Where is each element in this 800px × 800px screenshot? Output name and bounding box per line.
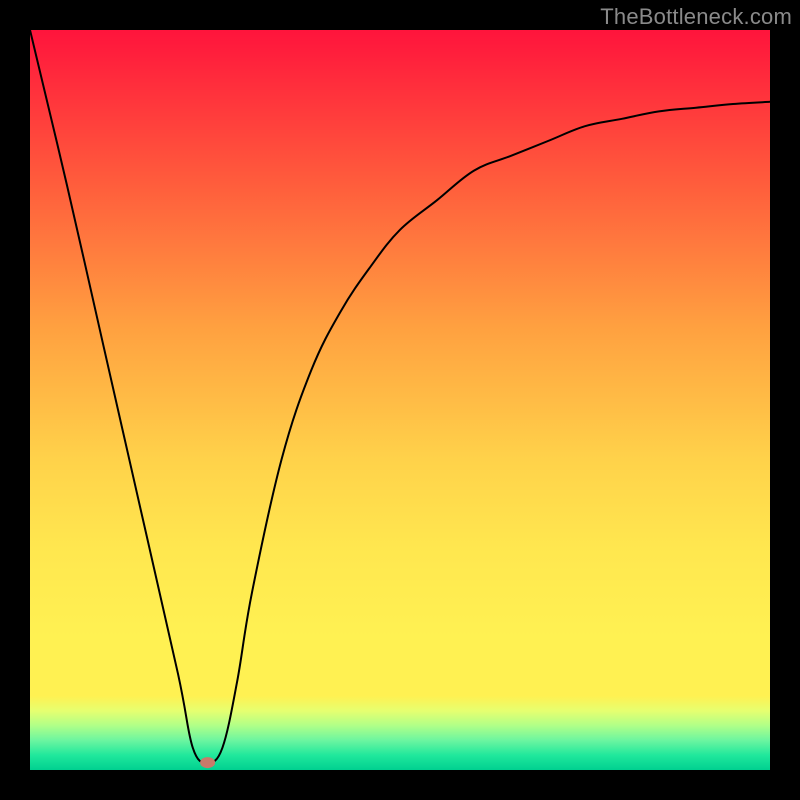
plot-area	[30, 30, 770, 770]
chart-frame: TheBottleneck.com	[0, 0, 800, 800]
watermark-text: TheBottleneck.com	[600, 4, 792, 30]
